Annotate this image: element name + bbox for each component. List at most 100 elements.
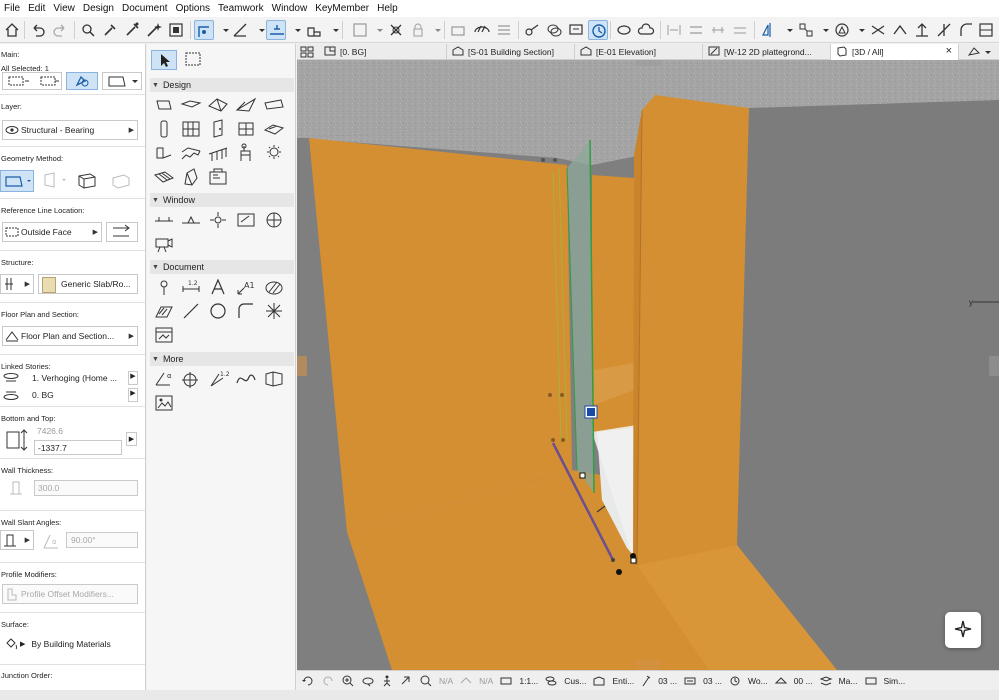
linked-top-story[interactable]: 1. Verhoging (Home ... ▶ xyxy=(2,370,138,386)
mesh-tool-icon[interactable] xyxy=(153,166,175,188)
railing-tool-icon[interactable] xyxy=(207,142,229,164)
model-view-value[interactable]: Enti... xyxy=(612,676,634,686)
rotate-view-icon[interactable] xyxy=(459,675,473,687)
dimension-standard-icon[interactable] xyxy=(683,675,697,687)
angle-dimension-tool-icon[interactable]: 1.2 xyxy=(207,368,230,390)
geometry-rectangle-icon[interactable] xyxy=(40,170,68,192)
model-view-icon[interactable] xyxy=(566,20,586,40)
cross-icon[interactable] xyxy=(868,20,888,40)
menu-teamwork[interactable]: Teamwork xyxy=(214,3,268,14)
menu-edit[interactable]: Edit xyxy=(24,3,49,14)
menu-help[interactable]: Help xyxy=(373,3,402,14)
trace-icon[interactable] xyxy=(522,20,542,40)
menu-file[interactable]: File xyxy=(0,3,24,14)
undo-zoom-icon[interactable] xyxy=(301,675,315,687)
chevron-down-icon[interactable] xyxy=(326,20,339,40)
align-icon[interactable] xyxy=(664,20,684,40)
pen-set-icon[interactable] xyxy=(640,675,652,687)
scale-value[interactable]: 1:1... xyxy=(519,676,538,686)
menu-options[interactable]: Options xyxy=(172,3,214,14)
curtain-wall-tool-icon[interactable] xyxy=(180,118,202,140)
geometry-box-icon[interactable] xyxy=(76,170,98,192)
adjust-icon[interactable] xyxy=(976,20,996,40)
elevation-tool-icon[interactable] xyxy=(180,209,202,231)
text-tool-icon[interactable] xyxy=(207,276,229,298)
section-tool-icon[interactable] xyxy=(153,209,175,231)
picture-tool-icon[interactable] xyxy=(153,392,175,414)
window-tool-icon[interactable] xyxy=(235,118,257,140)
hatch-icon[interactable] xyxy=(472,20,492,40)
chevron-down-icon[interactable] xyxy=(428,20,441,40)
level-dimension-tool-icon[interactable] xyxy=(153,276,175,298)
multiply-icon[interactable] xyxy=(796,20,816,40)
snap-guides-icon[interactable] xyxy=(194,20,214,40)
layer-selector[interactable]: Structural - Bearing ▶ xyxy=(2,120,138,140)
shell-tool-icon[interactable] xyxy=(235,94,257,116)
partial-display-icon[interactable] xyxy=(864,675,878,687)
layers-icon[interactable] xyxy=(544,20,564,40)
elevation-icon[interactable] xyxy=(912,20,932,40)
redo-zoom-icon[interactable] xyxy=(321,675,335,687)
find-select-icon[interactable] xyxy=(78,20,98,40)
slab-tool-icon[interactable] xyxy=(180,94,202,116)
orbit-icon[interactable] xyxy=(361,675,375,687)
slant-type-selector[interactable]: ▶ xyxy=(0,530,34,550)
structure-display-icon[interactable] xyxy=(819,675,833,687)
slab-shape-selector[interactable] xyxy=(102,72,142,90)
line-tool-icon[interactable] xyxy=(180,300,202,322)
tab-building-section[interactable]: [S-01 Building Section] xyxy=(447,44,575,60)
close-icon[interactable]: × xyxy=(946,45,952,57)
fit-zoom-icon[interactable] xyxy=(419,675,433,687)
eyedropper-icon[interactable] xyxy=(100,20,120,40)
model-view-option-icon[interactable] xyxy=(592,675,606,687)
top-elevation-field[interactable]: 7426.6 xyxy=(34,424,122,439)
circle-tool-icon[interactable] xyxy=(207,300,229,322)
surface-selector[interactable]: ▶ By Building Materials xyxy=(2,634,138,654)
morph-tool-icon[interactable] xyxy=(180,166,202,188)
3d-viewport[interactable]: y xyxy=(297,60,999,670)
tab-elevation[interactable]: [E-01 Elevation] xyxy=(575,44,703,60)
tab-3d-all[interactable]: [3D / All] × xyxy=(831,44,959,60)
profile-modifiers-selector[interactable]: Profile Offset Modifiers... xyxy=(2,584,138,604)
chevron-down-icon[interactable] xyxy=(852,20,865,40)
trim-icon[interactable] xyxy=(890,20,910,40)
curtain-tool-icon[interactable] xyxy=(263,94,285,116)
tab-2d-plattegrond[interactable]: [W-12 2D plattegrond... xyxy=(703,44,831,60)
chevron-down-icon[interactable] xyxy=(816,20,829,40)
spline-tool-icon[interactable] xyxy=(235,368,257,390)
bottom-elevation-field[interactable]: -1337.7 xyxy=(34,440,122,455)
graphic-override-status-icon[interactable] xyxy=(774,675,788,687)
floor-plan-selector[interactable]: Floor Plan and Section... ▶ xyxy=(2,326,138,346)
chevron-down-icon[interactable] xyxy=(216,20,229,40)
zoom-icon[interactable] xyxy=(341,675,355,687)
skylight-tool-icon[interactable] xyxy=(263,118,285,140)
worksheet-tool-icon[interactable] xyxy=(235,209,257,231)
dimension-tool-icon[interactable]: 1.2 xyxy=(180,276,202,298)
cloud-icon[interactable] xyxy=(636,20,656,40)
slant-angle-field[interactable]: 90.00° xyxy=(66,532,138,548)
group-document[interactable]: ▼ Document xyxy=(150,260,294,274)
graphic-override-icon[interactable] xyxy=(614,20,634,40)
wall-tool-icon[interactable] xyxy=(153,94,175,116)
column-tool-icon[interactable] xyxy=(153,118,175,140)
layer-combination-value[interactable]: Cus... xyxy=(564,676,586,686)
lamp-tool-icon[interactable] xyxy=(263,142,285,164)
structure-type-selector[interactable]: ▶ xyxy=(0,274,34,294)
distribute-icon[interactable] xyxy=(686,20,706,40)
menu-window[interactable]: Window xyxy=(268,3,312,14)
hotspot-tool-icon[interactable] xyxy=(263,300,285,322)
pillar-front[interactable] xyxy=(637,95,749,565)
pan-icon[interactable] xyxy=(399,675,413,687)
partial-display-value[interactable]: Sim... xyxy=(884,676,906,686)
chevron-down-icon[interactable] xyxy=(370,20,383,40)
grid-element-tool-icon[interactable]: α xyxy=(153,368,175,390)
height-expand-button[interactable]: ▶ xyxy=(126,432,137,446)
delta-icon[interactable] xyxy=(832,20,852,40)
tab-overview-icon[interactable] xyxy=(299,45,315,59)
pen-set-value[interactable]: 03 ... xyxy=(658,676,677,686)
scale-icon[interactable] xyxy=(499,675,513,687)
offset-icon[interactable] xyxy=(730,20,750,40)
home-icon[interactable] xyxy=(2,20,22,40)
syringe-icon[interactable] xyxy=(122,20,142,40)
beam-tool-icon[interactable] xyxy=(153,142,175,164)
